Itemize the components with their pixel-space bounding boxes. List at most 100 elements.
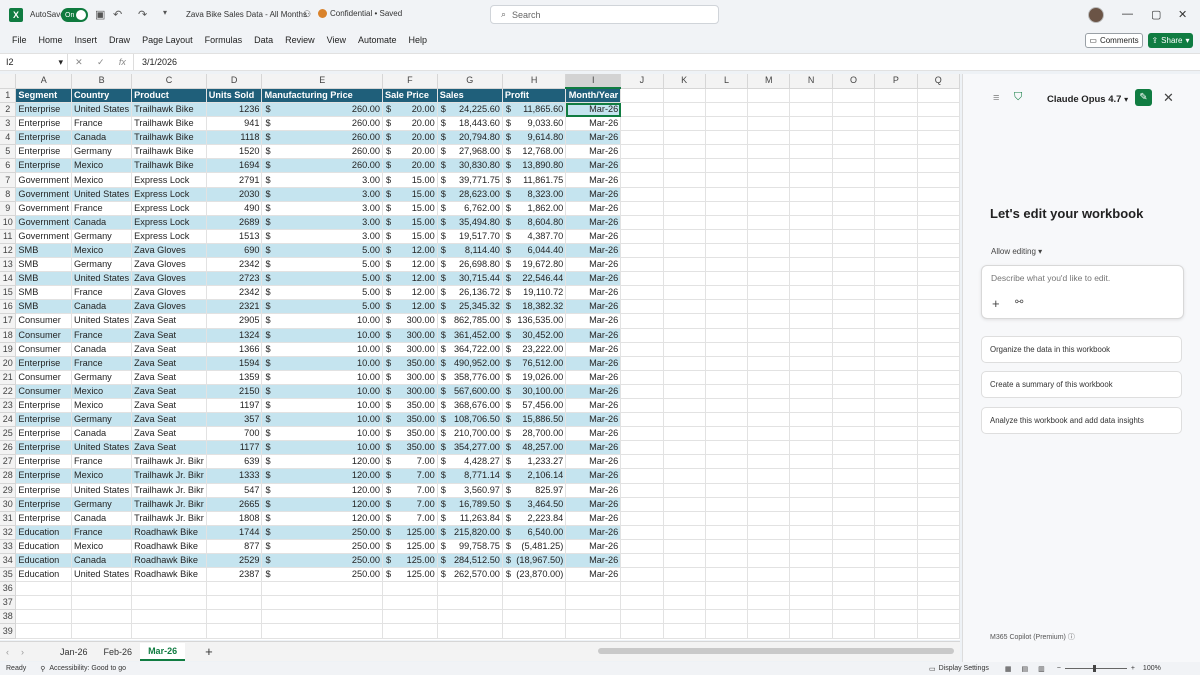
cell[interactable]: Mar-26 <box>565 511 622 526</box>
cell[interactable]: Mar-26 <box>565 342 622 357</box>
cell[interactable]: Zava Seat <box>131 426 207 442</box>
spreadsheet-table[interactable]: A B C D E F G H I J K L M N O P Q 1 Segment Country Product U… <box>0 74 960 639</box>
cell[interactable] <box>71 581 133 597</box>
cell[interactable] <box>663 243 706 259</box>
cell[interactable]: United States <box>71 187 133 202</box>
cell[interactable]: $4,387.70 <box>502 229 567 244</box>
row-header-1[interactable]: 1 <box>0 88 17 103</box>
cell[interactable] <box>620 370 664 385</box>
cell[interactable] <box>663 356 706 371</box>
header-cell[interactable]: Month/Year <box>565 88 622 103</box>
cell[interactable]: 1118 <box>206 130 263 146</box>
cell[interactable] <box>663 116 706 132</box>
cell[interactable]: $15.00 <box>382 187 438 202</box>
cell[interactable]: $19,026.00 <box>502 370 567 385</box>
zoom-slider[interactable] <box>1064 665 1127 672</box>
row-header-34[interactable]: 34 <box>0 553 17 569</box>
cell[interactable]: $250.00 <box>261 525 383 540</box>
row-header-31[interactable]: 31 <box>0 511 17 526</box>
cell[interactable] <box>747 468 791 484</box>
cell[interactable] <box>663 285 706 301</box>
cell[interactable] <box>832 328 876 343</box>
cell[interactable]: Mar-26 <box>565 172 622 188</box>
cell[interactable] <box>382 581 438 597</box>
cell[interactable] <box>620 243 664 259</box>
model-selector[interactable]: Claude Opus 4.7 ▾ <box>1047 94 1128 105</box>
cell[interactable] <box>705 511 749 526</box>
cell[interactable] <box>917 609 960 625</box>
cell[interactable]: 1324 <box>206 328 263 343</box>
cell[interactable]: Germany <box>71 144 133 160</box>
cell[interactable] <box>663 229 706 244</box>
cell[interactable] <box>832 342 876 357</box>
cell[interactable]: Express Lock <box>131 215 207 230</box>
cell[interactable]: $20.00 <box>382 102 438 118</box>
cell[interactable] <box>705 299 749 315</box>
row-header-29[interactable]: 29 <box>0 483 17 498</box>
cell[interactable]: $490,952.00 <box>437 356 503 371</box>
row-header-11[interactable]: 11 <box>0 229 17 244</box>
cell[interactable] <box>917 215 960 230</box>
cell[interactable]: Mar-26 <box>565 412 622 428</box>
cell[interactable]: $25,345.32 <box>437 299 503 315</box>
cell[interactable] <box>620 257 664 273</box>
document-title[interactable]: Zava Bike Sales Data - All Months <box>186 10 307 19</box>
cell[interactable] <box>705 440 749 456</box>
cell[interactable]: $4,428.27 <box>437 454 503 470</box>
row-header-3[interactable]: 3 <box>0 116 17 132</box>
cell[interactable] <box>620 553 664 569</box>
suggestion-analyze[interactable]: Analyze this workbook and add data insig… <box>981 407 1182 434</box>
cell[interactable]: Enterprise <box>15 497 72 512</box>
sheet-tab-feb[interactable]: Feb-26 <box>96 643 141 661</box>
cell[interactable] <box>917 158 960 174</box>
cell[interactable] <box>705 342 749 357</box>
cell[interactable] <box>832 144 876 160</box>
cell[interactable]: Trailhawk Bike <box>131 130 207 146</box>
cell[interactable]: Zava Seat <box>131 440 207 456</box>
prompt-input[interactable] <box>991 273 1176 283</box>
cell[interactable] <box>832 412 876 428</box>
cell[interactable] <box>71 623 133 639</box>
cell[interactable]: Mar-26 <box>565 525 622 540</box>
cell[interactable] <box>874 525 918 540</box>
cell[interactable]: $48,257.00 <box>502 440 567 456</box>
cell[interactable]: Roadhawk Bike <box>131 525 207 540</box>
cell[interactable] <box>917 144 960 160</box>
cell[interactable] <box>832 454 876 470</box>
cell[interactable] <box>382 623 438 639</box>
cell[interactable] <box>832 243 876 259</box>
cell[interactable]: $284,512.50 <box>437 553 503 569</box>
cell[interactable] <box>705 468 749 484</box>
cell[interactable]: $215,820.00 <box>437 525 503 540</box>
cell[interactable]: $18,443.60 <box>437 116 503 132</box>
cell[interactable] <box>620 271 664 287</box>
cell[interactable]: Mar-26 <box>565 285 622 301</box>
cell[interactable] <box>832 468 876 484</box>
cell[interactable]: Mar-26 <box>565 158 622 174</box>
cell[interactable]: $19,110.72 <box>502 285 567 301</box>
cell[interactable] <box>705 257 749 273</box>
cell[interactable] <box>874 426 918 442</box>
row-header-12[interactable]: 12 <box>0 243 17 259</box>
cell[interactable] <box>832 370 876 385</box>
confirm-icon[interactable]: ✓ <box>97 57 105 68</box>
cell[interactable]: $28,700.00 <box>502 426 567 442</box>
cell[interactable]: $13,890.80 <box>502 158 567 174</box>
tab-insert[interactable]: Insert <box>69 30 104 50</box>
column-header-f[interactable]: F <box>382 74 438 89</box>
cell[interactable]: Mar-26 <box>565 454 622 470</box>
cell[interactable] <box>917 539 960 555</box>
row-header-23[interactable]: 23 <box>0 398 17 414</box>
cell[interactable] <box>874 567 918 583</box>
comments-button[interactable]: ▭ Comments <box>1085 33 1143 48</box>
cell[interactable]: Germany <box>71 229 133 244</box>
cell[interactable] <box>663 328 706 343</box>
cell[interactable] <box>917 356 960 371</box>
row-header-32[interactable]: 32 <box>0 525 17 540</box>
cell[interactable] <box>874 623 918 639</box>
cell[interactable] <box>705 271 749 287</box>
cell[interactable]: Zava Seat <box>131 313 207 329</box>
cell[interactable] <box>705 102 749 118</box>
cell[interactable]: $3,464.50 <box>502 497 567 512</box>
cell[interactable]: $57,456.00 <box>502 398 567 414</box>
